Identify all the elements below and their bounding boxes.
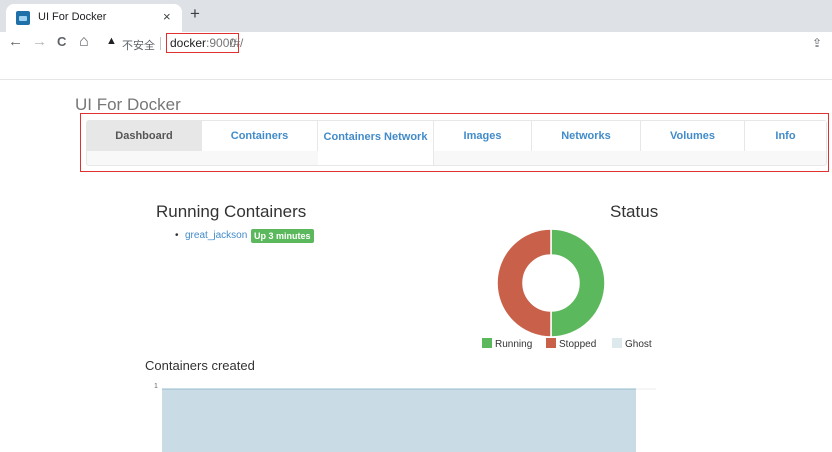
browser-tab-strip: UI For Docker × + xyxy=(0,0,832,32)
docker-favicon-icon xyxy=(16,11,30,25)
status-donut-chart xyxy=(496,228,606,338)
container-link[interactable]: great_jackson xyxy=(185,230,247,241)
tab-title: UI For Docker xyxy=(38,11,107,23)
nav-images[interactable]: Images xyxy=(434,121,532,151)
legend-swatch-ghost xyxy=(612,338,622,348)
back-arrow-icon[interactable]: ← xyxy=(8,34,23,50)
nav-info[interactable]: Info xyxy=(745,121,826,151)
legend-label-stopped: Stopped xyxy=(559,339,597,350)
reload-icon[interactable]: C xyxy=(57,34,66,50)
legend-item-stopped: Stopped xyxy=(546,338,596,350)
nav-containers[interactable]: Containers xyxy=(202,121,318,151)
legend-item-running: Running xyxy=(482,338,532,350)
legend-swatch-stopped xyxy=(546,338,556,348)
area-series xyxy=(162,389,636,452)
containers-created-title: Containers created xyxy=(145,358,255,373)
url-host: docker xyxy=(170,36,207,50)
url-path: /#/ xyxy=(230,36,244,50)
donut-slice-stopped xyxy=(496,228,552,338)
status-badge: Up 3 minutes xyxy=(251,229,314,243)
status-title: Status xyxy=(610,202,659,221)
legend-swatch-running xyxy=(482,338,492,348)
app-title: UI For Docker xyxy=(75,95,181,114)
nav-containers-network[interactable]: Containers Network xyxy=(318,121,434,165)
legend-item-ghost: Ghost xyxy=(612,338,652,350)
browser-toolbar: ← → C ⌂ ▲ 不安全 docker:9000 /#/ ⇪ xyxy=(0,32,832,54)
running-containers-title: Running Containers xyxy=(156,202,307,221)
home-icon[interactable]: ⌂ xyxy=(79,34,89,50)
page-top-border xyxy=(0,79,832,80)
security-label[interactable]: 不安全 xyxy=(122,37,155,53)
donut-slice-running xyxy=(550,228,606,338)
new-tab-button[interactable]: + xyxy=(190,5,200,23)
legend-label-running: Running xyxy=(495,339,533,350)
warning-icon[interactable]: ▲ xyxy=(106,35,117,47)
nav-volumes[interactable]: Volumes xyxy=(641,121,745,151)
containers-created-chart: 1 xyxy=(154,383,656,452)
browser-tab[interactable]: UI For Docker × xyxy=(6,4,182,32)
nav-dashboard[interactable]: Dashboard xyxy=(87,121,202,151)
url-host-highlight: docker:9000 xyxy=(166,33,240,53)
main-navbar: Dashboard Containers Containers Network … xyxy=(86,120,827,166)
list-bullet: • xyxy=(175,230,179,241)
nav-networks[interactable]: Networks xyxy=(532,121,641,151)
omnibox-separator xyxy=(160,37,161,50)
share-icon[interactable]: ⇪ xyxy=(812,36,822,50)
legend-label-ghost: Ghost xyxy=(625,339,652,350)
y-tick-label: 1 xyxy=(154,383,158,390)
tab-close-icon[interactable]: × xyxy=(163,9,171,24)
address-bar[interactable]: ▲ 不安全 docker:9000 /#/ ⇪ xyxy=(104,33,824,53)
forward-arrow-icon[interactable]: → xyxy=(32,34,47,50)
